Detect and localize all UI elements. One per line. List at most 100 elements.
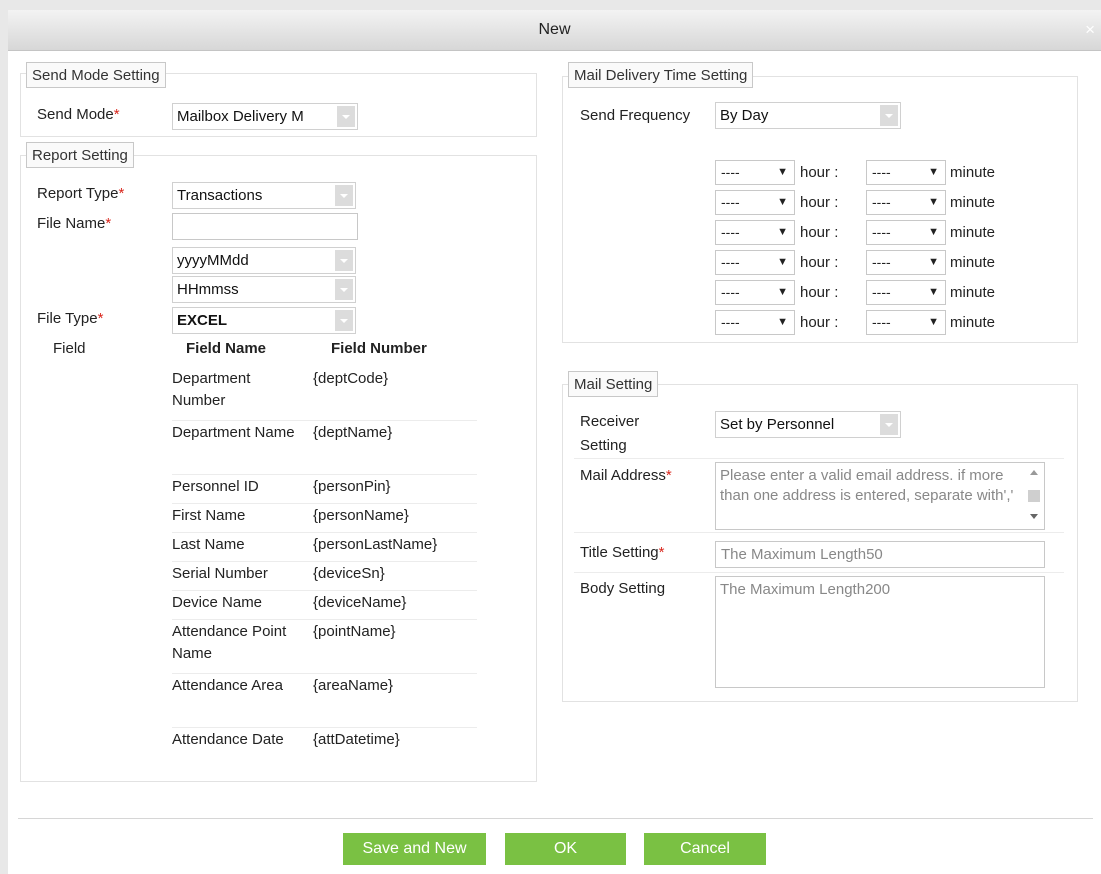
divider	[172, 673, 477, 674]
send-mode-legend: Send Mode Setting	[26, 62, 166, 88]
field-name-cell: Department Name	[172, 424, 295, 441]
chevron-down-icon[interactable]	[337, 106, 355, 127]
hour-select[interactable]: ---- ▼	[715, 310, 795, 335]
hour-value: ----	[721, 254, 740, 270]
triangle-down-icon[interactable]: ▼	[928, 221, 939, 244]
minute-label: minute	[950, 314, 996, 331]
report-type-label: Report Type*	[37, 185, 125, 202]
hour-select[interactable]: ---- ▼	[715, 190, 795, 215]
triangle-down-icon[interactable]: ▼	[928, 311, 939, 334]
divider	[172, 532, 477, 533]
triangle-down-icon[interactable]: ▼	[928, 161, 939, 184]
minute-select[interactable]: ---- ▼	[866, 160, 946, 185]
divider	[574, 458, 1064, 459]
report-setting-legend: Report Setting	[26, 142, 134, 168]
minute-select[interactable]: ---- ▼	[866, 190, 946, 215]
receiver-setting-value: Set by Personnel	[720, 416, 835, 433]
minute-label: minute	[950, 284, 996, 301]
divider	[172, 590, 477, 591]
minute-value: ----	[872, 284, 891, 300]
chevron-down-icon[interactable]	[880, 105, 898, 126]
hour-select[interactable]: ---- ▼	[715, 280, 795, 305]
minute-label: minute	[950, 224, 996, 241]
minute-select[interactable]: ---- ▼	[866, 280, 946, 305]
field-name-cell: Serial Number	[172, 565, 268, 582]
send-frequency-label: Send Frequency	[580, 107, 691, 124]
triangle-down-icon[interactable]: ▼	[777, 221, 788, 244]
chevron-up-icon[interactable]	[1030, 470, 1038, 475]
field-name-header: Field Name	[186, 340, 267, 357]
footer-divider	[18, 818, 1093, 819]
divider	[172, 619, 477, 620]
dialog-titlebar: New ×	[8, 10, 1101, 51]
file-type-select[interactable]: EXCEL	[172, 307, 356, 334]
hour-label: hour :	[800, 314, 839, 331]
minute-select[interactable]: ---- ▼	[866, 220, 946, 245]
title-setting-field[interactable]: The Maximum Length50	[715, 541, 1045, 568]
hour-label: hour :	[800, 284, 839, 301]
field-name-cell: Attendance Point Name	[172, 623, 287, 662]
field-number-cell: {areaName}	[313, 677, 394, 694]
receiver-setting-select[interactable]: Set by Personnel	[715, 411, 901, 438]
field-name-cell: Attendance Date	[172, 731, 284, 748]
date-format-select[interactable]: yyyyMMdd	[172, 247, 356, 274]
field-name-cell: Personnel ID	[172, 478, 259, 495]
field-number-cell: {attDatetime}	[313, 731, 400, 748]
hour-label: hour :	[800, 254, 839, 271]
triangle-down-icon[interactable]: ▼	[777, 161, 788, 184]
minute-select[interactable]: ---- ▼	[866, 310, 946, 335]
report-type-select[interactable]: Transactions	[172, 182, 356, 209]
divider	[574, 532, 1064, 533]
field-number-cell: {personPin}	[313, 478, 391, 495]
scrollbar[interactable]	[1025, 464, 1043, 528]
field-number-cell: {deptCode}	[313, 370, 389, 387]
chevron-down-icon[interactable]	[880, 414, 898, 435]
chevron-down-icon[interactable]	[335, 310, 353, 331]
send-frequency-select[interactable]: By Day	[715, 102, 901, 129]
minute-select[interactable]: ---- ▼	[866, 250, 946, 275]
send-mode-value: Mailbox Delivery M	[177, 108, 304, 125]
triangle-down-icon[interactable]: ▼	[928, 281, 939, 304]
body-setting-field[interactable]: The Maximum Length200	[715, 576, 1045, 688]
triangle-down-icon[interactable]: ▼	[777, 281, 788, 304]
date-format-value: yyyyMMdd	[177, 252, 249, 269]
save-and-new-button[interactable]: Save and New	[343, 833, 486, 865]
chevron-down-icon[interactable]	[1030, 514, 1038, 519]
triangle-down-icon[interactable]: ▼	[777, 311, 788, 334]
time-format-select[interactable]: HHmmss	[172, 276, 356, 303]
triangle-down-icon[interactable]: ▼	[928, 251, 939, 274]
close-icon[interactable]: ×	[1085, 10, 1095, 50]
hour-label: hour :	[800, 224, 839, 241]
cancel-button[interactable]: Cancel	[644, 833, 766, 865]
file-name-field[interactable]	[172, 213, 358, 240]
mail-address-field[interactable]: Please enter a valid email address. if m…	[715, 462, 1045, 530]
receiver-setting-label: Receiver Setting	[580, 413, 640, 454]
field-name-cell: Attendance Area	[172, 677, 283, 694]
minute-label: minute	[950, 254, 996, 271]
triangle-down-icon[interactable]: ▼	[777, 251, 788, 274]
chevron-down-icon[interactable]	[335, 250, 353, 271]
divider	[172, 561, 477, 562]
triangle-down-icon[interactable]: ▼	[777, 191, 788, 214]
triangle-down-icon[interactable]: ▼	[928, 191, 939, 214]
hour-select[interactable]: ---- ▼	[715, 220, 795, 245]
field-number-header: Field Number	[331, 340, 427, 357]
file-name-label: File Name*	[37, 215, 112, 232]
hour-label: hour :	[800, 194, 839, 211]
scrollbar-thumb[interactable]	[1028, 490, 1040, 502]
field-name-cell: Last Name	[172, 536, 245, 553]
title-setting-label: Title Setting*	[580, 544, 665, 561]
ok-button[interactable]: OK	[505, 833, 626, 865]
hour-value: ----	[721, 194, 740, 210]
send-mode-select[interactable]: Mailbox Delivery M	[172, 103, 358, 130]
hour-value: ----	[721, 314, 740, 330]
chevron-down-icon[interactable]	[335, 185, 353, 206]
chevron-down-icon[interactable]	[335, 279, 353, 300]
delivery-legend: Mail Delivery Time Setting	[568, 62, 754, 88]
minute-value: ----	[872, 314, 891, 330]
field-number-cell: {deptName}	[313, 424, 393, 441]
field-name-cell: First Name	[172, 507, 246, 524]
hour-select[interactable]: ---- ▼	[715, 250, 795, 275]
divider	[172, 727, 477, 728]
hour-select[interactable]: ---- ▼	[715, 160, 795, 185]
